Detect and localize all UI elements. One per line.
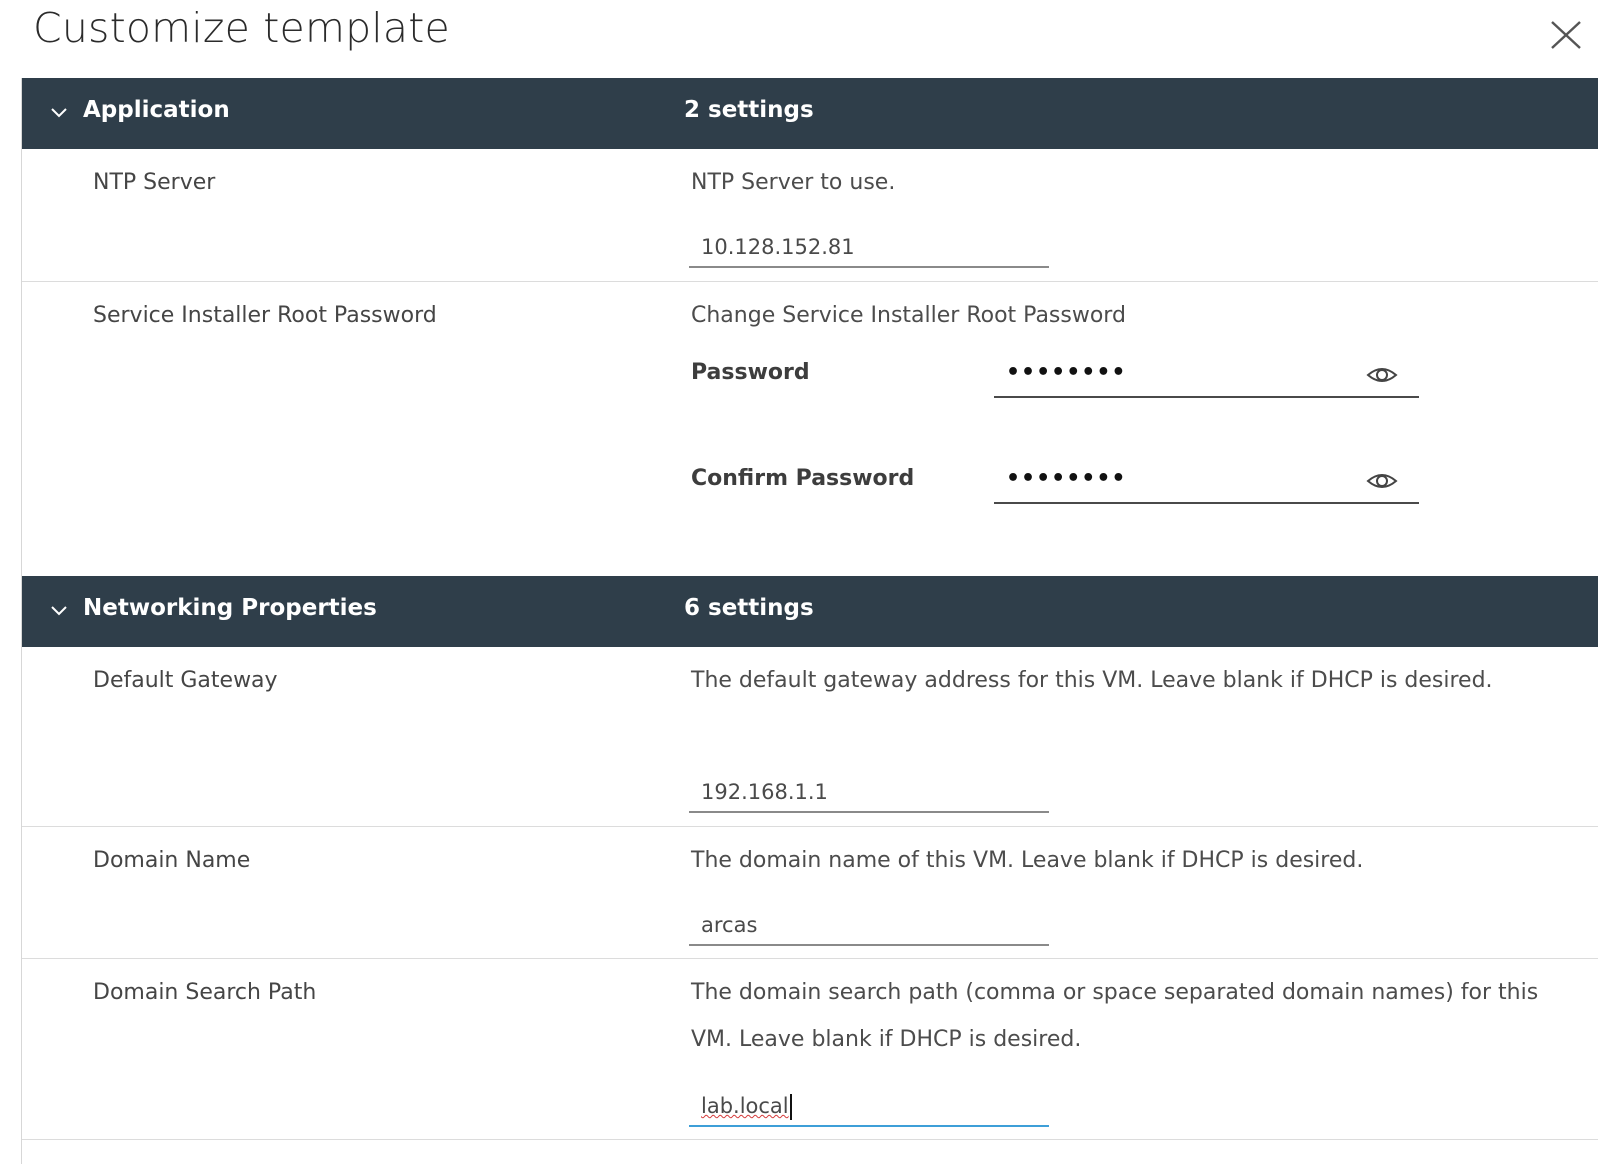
password-label: Password [691,360,810,385]
setting-label: Default Gateway [93,668,278,693]
setting-description: The domain name of this VM. Leave blank … [691,848,1364,873]
section-settings-count: 6 settings [684,595,814,621]
setting-row-root-password: Service Installer Root Password Change S… [22,282,1598,575]
eye-icon[interactable] [1365,468,1399,494]
setting-label: Service Installer Root Password [93,303,437,328]
domain-search-path-input[interactable]: lab.local [689,1087,1049,1127]
dialog-title: Customize template [33,4,450,52]
setting-description: The domain search path (comma or space s… [691,980,1539,1052]
section-title: Application [83,97,230,123]
confirm-password-field[interactable]: •••••••• [994,462,1419,504]
setting-label: NTP Server [93,170,216,195]
password-field[interactable]: •••••••• [994,356,1419,398]
confirm-password-value: •••••••• [1006,466,1127,491]
domain-name-input[interactable] [689,906,1049,946]
eye-icon[interactable] [1365,362,1399,388]
section-header-application[interactable]: Application 2 settings [22,78,1598,149]
setting-description: Change Service Installer Root Password [691,303,1126,328]
section-title: Networking Properties [83,595,377,621]
setting-row-ntp-server: NTP Server NTP Server to use. [22,149,1598,282]
domain-search-path-value: lab.local [701,1094,789,1118]
default-gateway-input[interactable] [689,773,1049,813]
setting-row-domain-name: Domain Name The domain name of this VM. … [22,827,1598,959]
close-icon[interactable] [1546,16,1586,52]
setting-row-default-gateway: Default Gateway The default gateway addr… [22,647,1598,827]
ntp-server-input[interactable] [689,228,1049,268]
setting-label: Domain Search Path [93,980,317,1005]
setting-description: NTP Server to use. [691,170,896,195]
section-header-networking-properties[interactable]: Networking Properties 6 settings [22,576,1598,647]
section-settings-count: 2 settings [684,97,814,123]
text-caret [789,1094,792,1120]
confirm-password-label: Confirm Password [691,466,915,491]
chevron-down-icon [48,102,70,124]
setting-row-domain-search-path: Domain Search Path The domain search pat… [22,959,1598,1140]
setting-label: Domain Name [93,848,251,873]
chevron-down-icon [48,600,70,622]
setting-description: The default gateway address for this VM.… [691,668,1493,693]
password-value: •••••••• [1006,360,1127,385]
settings-panel: Application 2 settings NTP Server NTP Se… [21,78,1598,1164]
customize-template-dialog: Customize template Application 2 setting… [0,0,1598,1164]
